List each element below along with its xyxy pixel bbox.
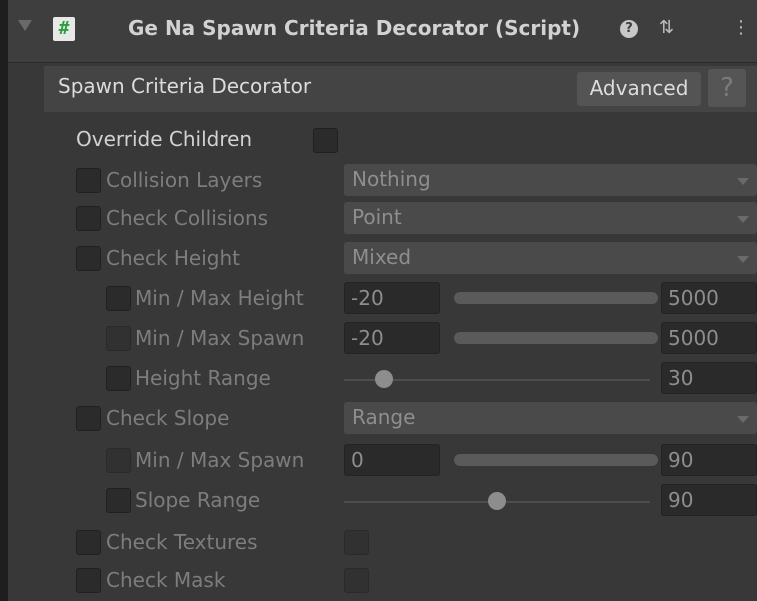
height-min-spawn-field[interactable]: -20 bbox=[344, 322, 440, 354]
height-min-max-spawn-label: Min / Max Spawn bbox=[135, 326, 305, 350]
collision-layers-dropdown[interactable]: Nothing bbox=[344, 164, 757, 196]
override-children-row: Override Children bbox=[8, 122, 757, 156]
foldout-arrow-icon[interactable] bbox=[18, 20, 32, 31]
slope-range-slider-knob[interactable] bbox=[488, 492, 506, 510]
slope-min-max-spawn-slider[interactable] bbox=[454, 454, 658, 466]
check-height-checkbox[interactable] bbox=[76, 246, 101, 271]
check-mask-label: Check Mask bbox=[106, 568, 226, 592]
check-height-label: Check Height bbox=[106, 246, 240, 270]
check-mask-value-checkbox[interactable] bbox=[344, 568, 369, 593]
help-icon[interactable]: ? bbox=[620, 20, 638, 38]
height-range-checkbox[interactable] bbox=[106, 366, 131, 391]
check-slope-dropdown[interactable]: Range bbox=[344, 402, 757, 434]
check-mask-row: Check Mask bbox=[8, 564, 757, 598]
slope-min-max-spawn-row: Min / Max Spawn 0 90 bbox=[8, 444, 757, 478]
inspector-component-panel: # Ge Na Spawn Criteria Decorator (Script… bbox=[8, 0, 757, 601]
height-min-max-spawn-checkbox[interactable] bbox=[106, 326, 131, 351]
slope-range-checkbox[interactable] bbox=[106, 488, 131, 513]
check-textures-value-checkbox[interactable] bbox=[344, 530, 369, 555]
section-help-button[interactable]: ? bbox=[708, 69, 746, 107]
override-children-label: Override Children bbox=[76, 127, 253, 151]
collision-layers-checkbox[interactable] bbox=[76, 168, 101, 193]
height-max-spawn-field[interactable]: 5000 bbox=[661, 322, 757, 354]
context-menu-icon[interactable]: ⋮ bbox=[732, 17, 750, 38]
height-min-max-spawn-slider[interactable] bbox=[454, 332, 658, 344]
check-collisions-dropdown[interactable]: Point bbox=[344, 202, 757, 234]
height-range-field[interactable]: 30 bbox=[661, 362, 757, 394]
check-textures-label: Check Textures bbox=[106, 530, 258, 554]
slope-max-spawn-field[interactable]: 90 bbox=[661, 444, 757, 476]
check-collisions-checkbox[interactable] bbox=[76, 206, 101, 231]
check-mask-checkbox[interactable] bbox=[76, 568, 101, 593]
height-min-max-spawn-row: Min / Max Spawn -20 5000 bbox=[8, 322, 757, 356]
check-height-row: Check Height Mixed bbox=[8, 242, 757, 276]
section-title: Spawn Criteria Decorator bbox=[58, 74, 312, 98]
min-max-height-label: Min / Max Height bbox=[135, 286, 304, 310]
check-slope-label: Check Slope bbox=[106, 406, 230, 430]
slope-min-max-spawn-checkbox[interactable] bbox=[106, 448, 131, 473]
dropdown-arrow-icon bbox=[737, 256, 749, 263]
slope-min-max-spawn-label: Min / Max Spawn bbox=[135, 448, 305, 472]
min-max-height-row: Min / Max Height -20 5000 bbox=[8, 282, 757, 316]
check-slope-row: Check Slope Range bbox=[8, 402, 757, 436]
check-textures-row: Check Textures bbox=[8, 526, 757, 560]
component-header[interactable]: # Ge Na Spawn Criteria Decorator (Script… bbox=[8, 0, 757, 63]
collision-layers-row: Collision Layers Nothing bbox=[8, 164, 757, 198]
slope-min-spawn-field[interactable]: 0 bbox=[344, 444, 440, 476]
script-icon: # bbox=[53, 17, 75, 41]
section-header: Spawn Criteria Decorator Advanced ? bbox=[44, 66, 757, 112]
height-range-label: Height Range bbox=[135, 366, 271, 390]
presets-icon[interactable]: ⇅ bbox=[659, 17, 674, 38]
slope-range-row: Slope Range 90 bbox=[8, 484, 757, 518]
slope-range-label: Slope Range bbox=[135, 488, 261, 512]
collision-layers-label: Collision Layers bbox=[106, 168, 263, 192]
max-height-field[interactable]: 5000 bbox=[661, 282, 757, 314]
advanced-button[interactable]: Advanced bbox=[577, 72, 701, 106]
component-title: Ge Na Spawn Criteria Decorator (Script) bbox=[128, 16, 581, 40]
check-height-dropdown[interactable]: Mixed bbox=[344, 242, 757, 274]
min-height-field[interactable]: -20 bbox=[344, 282, 440, 314]
height-range-slider-knob[interactable] bbox=[374, 370, 393, 388]
dropdown-arrow-icon bbox=[737, 178, 749, 185]
min-max-height-checkbox[interactable] bbox=[106, 286, 131, 311]
check-collisions-label: Check Collisions bbox=[106, 206, 269, 230]
override-children-checkbox[interactable] bbox=[313, 128, 338, 153]
check-slope-checkbox[interactable] bbox=[76, 406, 101, 431]
dropdown-arrow-icon bbox=[737, 216, 749, 223]
min-max-height-slider[interactable] bbox=[454, 292, 658, 304]
slope-range-field[interactable]: 90 bbox=[661, 484, 757, 516]
check-textures-checkbox[interactable] bbox=[76, 530, 101, 555]
check-collisions-row: Check Collisions Point bbox=[8, 202, 757, 236]
dropdown-arrow-icon bbox=[737, 416, 749, 423]
height-range-row: Height Range 30 bbox=[8, 362, 757, 396]
